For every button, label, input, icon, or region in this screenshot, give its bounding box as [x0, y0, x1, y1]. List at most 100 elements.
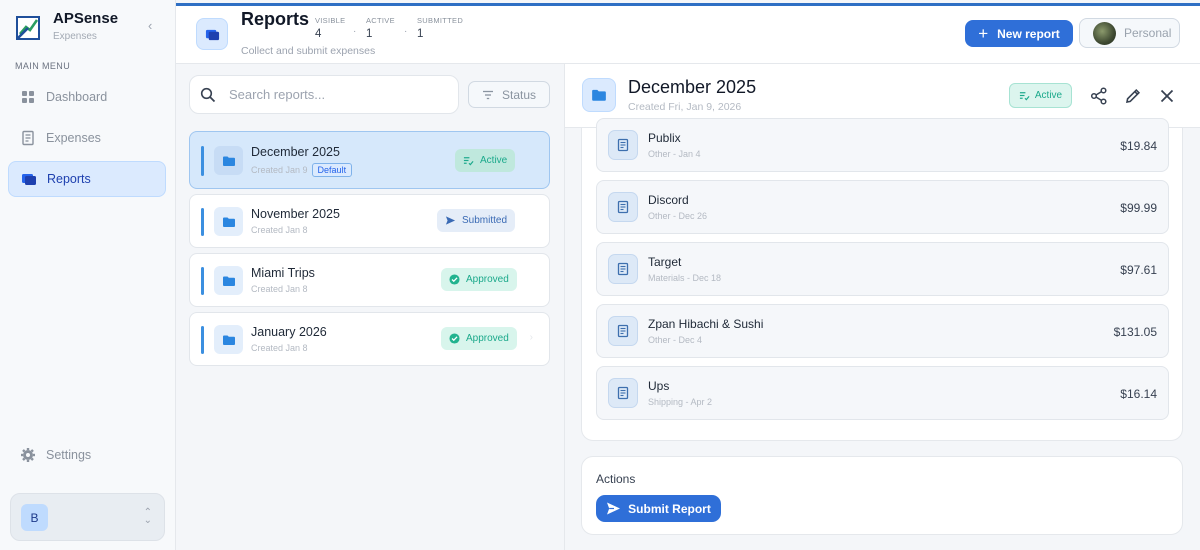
stat-separator: · — [404, 26, 408, 37]
personal-profile-button[interactable]: Personal — [1079, 18, 1180, 48]
receipt-icon — [617, 200, 629, 214]
folder-icon-tile — [582, 78, 616, 112]
menu-section-label: MAIN MENU — [15, 61, 71, 71]
receipt-icon — [617, 262, 629, 276]
report-created: Created Jan 8 — [251, 284, 308, 294]
dashboard-icon — [22, 91, 34, 103]
folder-icon — [222, 276, 235, 286]
search-box[interactable] — [189, 75, 459, 114]
receipt-icon-tile — [608, 254, 638, 284]
collapse-sidebar-icon[interactable]: ‹ — [148, 18, 160, 34]
receipt-icon-tile — [608, 192, 638, 222]
expense-name: Discord — [648, 193, 689, 207]
avatar: B — [21, 504, 48, 531]
expense-meta: Shipping - Apr 2 — [648, 397, 713, 407]
receipt-icon-tile — [608, 316, 638, 346]
report-title: January 2026 — [251, 325, 327, 339]
search-icon — [200, 87, 216, 102]
stat-submitted: SUBMITTED 1 — [417, 16, 464, 40]
user-switcher[interactable]: B ⌃ ⌄ — [10, 493, 165, 541]
expense-meta: Materials - Dec 18 — [648, 273, 722, 283]
close-icon — [1160, 89, 1173, 102]
expenses-list: Publix Other - Jan 4 $19.84 Discord Othe… — [581, 118, 1183, 441]
apsense-logo-icon — [16, 16, 40, 40]
sidebar-item-reports[interactable]: Reports — [8, 161, 166, 197]
sidebar-item-dashboard[interactable]: Dashboard — [8, 79, 166, 115]
expense-amount: $19.84 — [1120, 139, 1157, 153]
folder-icon-tile — [214, 325, 243, 354]
receipt-icon-tile — [608, 378, 638, 408]
expense-amount: $99.99 — [1120, 201, 1157, 215]
receipt-icon — [617, 386, 629, 400]
folders-icon — [22, 174, 36, 185]
receipt-icon-tile — [608, 130, 638, 160]
report-card-december-2025[interactable]: December 2025 Created Jan 9 Default Acti… — [189, 131, 550, 189]
reports-list-panel: Status December 2025 Created Jan 9 Defau… — [176, 64, 565, 550]
folders-icon — [205, 29, 219, 40]
chevron-up-down-icon: ⌃ ⌄ — [143, 507, 152, 526]
card-accent-bar — [201, 326, 204, 354]
filter-icon — [482, 90, 493, 99]
sidebar-item-settings[interactable]: Settings — [8, 437, 166, 473]
expense-name: Ups — [648, 379, 670, 393]
expense-row[interactable]: Discord Other - Dec 26 $99.99 — [596, 180, 1169, 234]
expense-name: Publix — [648, 131, 681, 145]
active-list-icon — [1019, 92, 1030, 101]
sidebar: APSense Expenses ‹ MAIN MENU Dashboard E… — [0, 0, 176, 550]
chevron-right-icon: › — [529, 332, 533, 343]
search-input[interactable] — [229, 87, 439, 102]
share-button[interactable] — [1089, 86, 1108, 105]
status-filter-button[interactable]: Status — [468, 81, 550, 108]
expense-name: Target — [648, 255, 682, 269]
reports-header-icon — [196, 18, 228, 50]
expense-meta: Other - Dec 26 — [648, 211, 708, 221]
sidebar-item-label: Reports — [47, 172, 91, 186]
card-accent-bar — [201, 267, 204, 295]
page-header: Reports Collect and submit expenses VISI… — [176, 6, 1200, 64]
default-badge: Default — [311, 163, 353, 177]
receipt-icon — [22, 130, 34, 146]
expense-row[interactable]: Zpan Hibachi & Sushi Other - Dec 4 $131.… — [596, 304, 1169, 358]
expense-row[interactable]: Publix Other - Jan 4 $19.84 — [596, 118, 1169, 172]
expense-meta: Other - Jan 4 — [648, 149, 701, 159]
folder-icon — [592, 89, 606, 101]
folder-icon — [222, 335, 235, 345]
report-card-november-2025[interactable]: November 2025 Created Jan 8 Submitted — [189, 194, 550, 248]
expense-name: Zpan Hibachi & Sushi — [648, 317, 764, 331]
check-circle-icon — [449, 274, 460, 285]
sidebar-item-expenses[interactable]: Expenses — [8, 120, 166, 156]
new-report-button[interactable]: + New report — [965, 20, 1073, 47]
report-card-miami-trips[interactable]: Miami Trips Created Jan 8 Approved — [189, 253, 550, 307]
avatar — [1093, 21, 1116, 45]
actions-card: Actions Submit Report — [581, 456, 1183, 535]
report-title: Miami Trips — [251, 266, 315, 280]
sidebar-item-label: Dashboard — [46, 90, 108, 104]
report-created: Created Jan 8 — [251, 343, 308, 353]
submit-report-button[interactable]: Submit Report — [596, 495, 721, 522]
card-accent-bar — [201, 146, 204, 176]
edit-button[interactable] — [1123, 86, 1142, 105]
expense-row[interactable]: Ups Shipping - Apr 2 $16.14 — [596, 366, 1169, 420]
plus-icon: + — [978, 23, 989, 43]
send-icon — [607, 502, 621, 515]
brand[interactable]: APSense Expenses — [16, 10, 118, 42]
page-title: Reports — [241, 9, 310, 29]
expense-amount: $97.61 — [1120, 263, 1157, 277]
stat-active: ACTIVE 1 — [366, 16, 395, 40]
pencil-icon — [1125, 88, 1140, 103]
brand-name: APSense — [53, 10, 119, 27]
close-button[interactable] — [1157, 86, 1176, 105]
expense-amount: $16.14 — [1120, 387, 1157, 401]
report-created: Created Jan 8 — [251, 225, 308, 235]
expense-row[interactable]: Target Materials - Dec 18 $97.61 — [596, 242, 1169, 296]
report-card-january-2026[interactable]: January 2026 Created Jan 8 Approved › — [189, 312, 550, 366]
detail-created: Created Fri, Jan 9, 2026 — [628, 101, 742, 113]
stat-separator: · — [353, 26, 357, 37]
status-badge: Approved — [441, 327, 517, 350]
status-badge: Submitted — [437, 209, 516, 232]
report-title: November 2025 — [251, 207, 340, 221]
folder-icon — [222, 217, 235, 227]
expense-meta: Other - Dec 4 — [648, 335, 703, 345]
sidebar-item-label: Expenses — [46, 131, 101, 145]
check-circle-icon — [449, 333, 460, 344]
